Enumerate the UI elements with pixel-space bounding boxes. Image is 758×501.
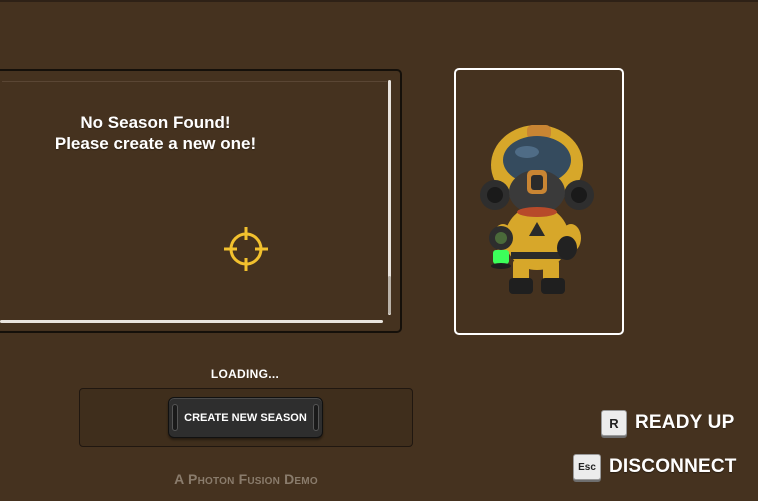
session-list-header-line (2, 81, 387, 82)
session-list-horizontal-scrollbar[interactable] (0, 320, 383, 323)
session-empty-subtitle: Please create a new one! (54, 134, 257, 153)
loading-status: LOADING... (210, 367, 280, 381)
session-list-panel (0, 69, 402, 333)
disconnect-hint[interactable]: Esc DISCONNECT (573, 454, 737, 480)
ready-up-label: READY UP (635, 412, 735, 433)
session-empty-message: No Season Found! Please create a new one… (8, 112, 303, 154)
r-key-icon: R (601, 410, 627, 436)
game-screen: No Season Found! Please create a new one… (0, 0, 758, 501)
create-new-session-button[interactable]: CREATE NEW SEASON (168, 397, 323, 438)
session-list-vertical-scroll-handle[interactable] (388, 276, 391, 314)
crosshair-icon (224, 227, 268, 271)
esc-key-icon: Esc (573, 454, 601, 480)
button-cap-right (313, 404, 319, 431)
session-empty-title: No Season Found! (80, 113, 231, 132)
top-divider (0, 0, 758, 2)
create-new-session-label: CREATE NEW SEASON (184, 411, 307, 424)
disconnect-label: DISCONNECT (609, 456, 737, 477)
ready-up-hint[interactable]: R READY UP (601, 410, 734, 436)
hazmat-character (480, 125, 594, 294)
demo-credit: A Photon Fusion Demo (174, 471, 318, 487)
button-cap-left (172, 404, 178, 431)
